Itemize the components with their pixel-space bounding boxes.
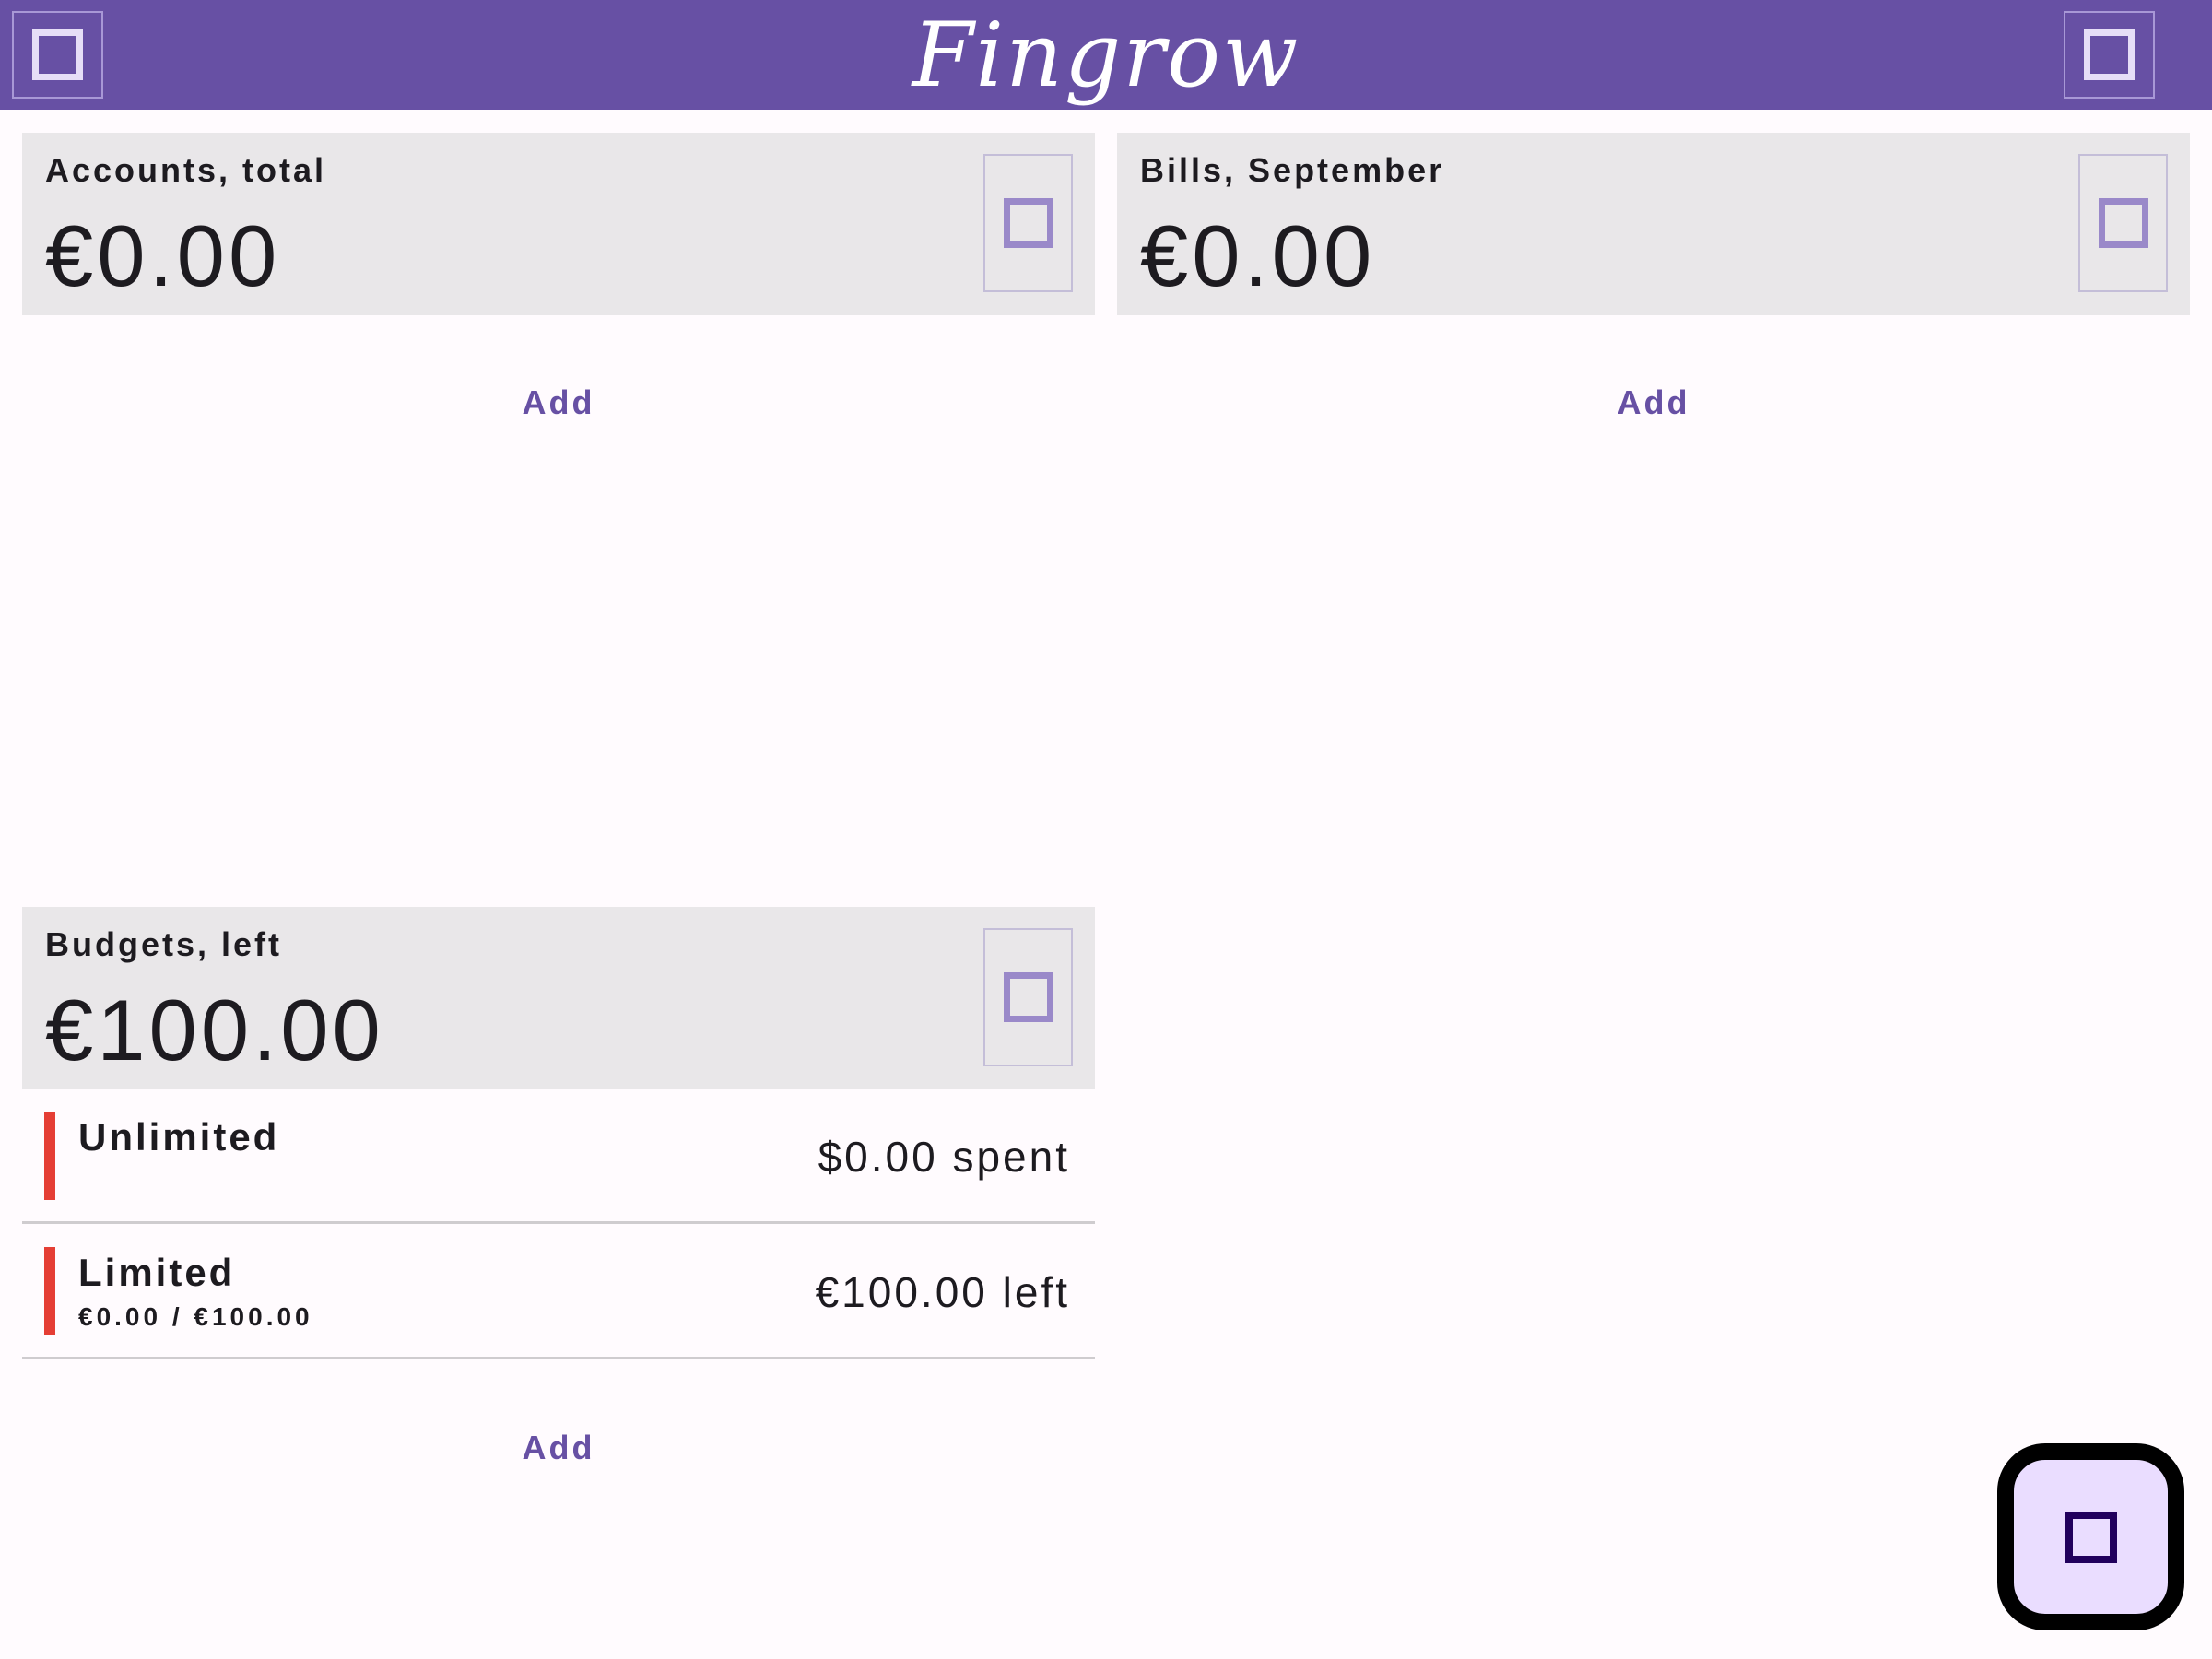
bills-summary-card[interactable]: Bills, September €0.00 xyxy=(1117,133,2190,315)
square-icon xyxy=(2084,29,2135,80)
menu-button[interactable] xyxy=(12,11,103,99)
card-title: Bills, September xyxy=(1140,151,1445,189)
card-amount: €0.00 xyxy=(45,207,281,304)
add-budget-button[interactable]: Add xyxy=(22,1429,1095,1467)
budget-status: $0.00 spent xyxy=(818,1133,1070,1181)
add-account-button[interactable]: Add xyxy=(22,383,1095,422)
budget-name: Limited xyxy=(78,1251,236,1294)
add-bill-button[interactable]: Add xyxy=(1117,383,2190,422)
square-icon xyxy=(1003,972,1053,1022)
budget-progress-text: €0.00 / €100.00 xyxy=(78,1302,313,1331)
budget-status: €100.00 left xyxy=(815,1268,1070,1316)
budgets-summary-card[interactable]: Budgets, left €100.00 xyxy=(22,907,1095,1089)
accounts-action-button[interactable] xyxy=(983,154,1073,292)
accounts-summary-card[interactable]: Accounts, total €0.00 xyxy=(22,133,1095,315)
budget-color-bar xyxy=(44,1112,55,1200)
square-icon xyxy=(1003,198,1053,248)
budget-list-item[interactable]: Limited €0.00 / €100.00 €100.00 left xyxy=(22,1225,1095,1359)
bills-action-button[interactable] xyxy=(2078,154,2168,292)
square-icon xyxy=(2098,198,2148,248)
card-title: Budgets, left xyxy=(45,925,283,963)
card-amount: €0.00 xyxy=(1140,207,1376,304)
budget-color-bar xyxy=(44,1247,55,1335)
budget-list-item[interactable]: Unlimited $0.00 spent xyxy=(22,1089,1095,1224)
budgets-action-button[interactable] xyxy=(983,928,1073,1066)
settings-button[interactable] xyxy=(2064,11,2155,99)
top-app-bar: Fingrow xyxy=(0,0,2212,110)
budget-name: Unlimited xyxy=(78,1115,280,1159)
app-logo: Fingrow xyxy=(912,3,1300,107)
square-icon xyxy=(2065,1511,2117,1563)
card-amount: €100.00 xyxy=(45,982,384,1078)
square-icon xyxy=(32,29,83,80)
floating-action-button[interactable] xyxy=(1997,1443,2184,1630)
card-title: Accounts, total xyxy=(45,151,327,189)
